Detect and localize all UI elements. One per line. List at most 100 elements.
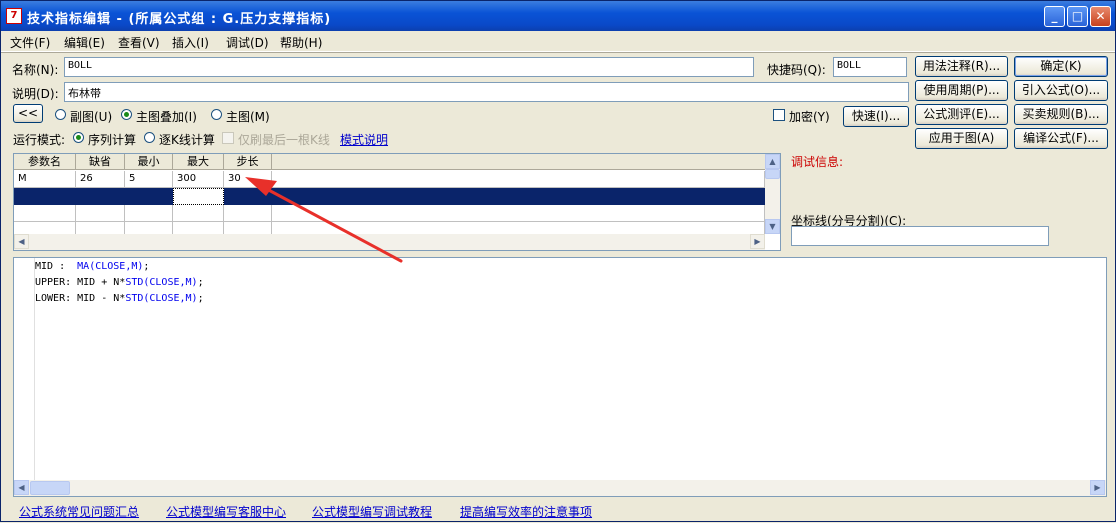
usage-notes-button[interactable]: 用法注释(R)... xyxy=(915,56,1008,77)
code-line[interactable]: MID : MA(CLOSE,M); xyxy=(35,261,149,272)
code-function-token: STD(CLOSE,M) xyxy=(125,293,198,304)
subchart-radio[interactable] xyxy=(55,109,66,120)
param-max-cell[interactable] xyxy=(173,188,224,205)
main-overlay-radio[interactable] xyxy=(121,109,132,120)
encrypt-checkbox[interactable] xyxy=(773,109,785,121)
param-max-cell[interactable]: 300 xyxy=(173,171,224,188)
code-text-token: UPPER: MID + N* xyxy=(35,277,126,288)
per-bar-calc-label: 逐K线计算 xyxy=(159,133,215,147)
last-bar-only-checkbox xyxy=(222,132,234,144)
formula-app-icon: 7 xyxy=(6,8,22,24)
main-chart-radio-label: 主图(M) xyxy=(226,110,270,124)
row-filler-cell xyxy=(272,188,765,205)
code-text-token: ; xyxy=(197,277,204,288)
apply-to-chart-button[interactable]: 应用于图(A) xyxy=(915,128,1008,149)
menu-view[interactable]: 查看(V) xyxy=(118,34,160,51)
minimize-button[interactable]: _ xyxy=(1044,6,1065,27)
column-header-min[interactable]: 最小 xyxy=(125,154,173,170)
subchart-radio-label: 副图(U) xyxy=(70,110,113,124)
editor-scroll-left-icon[interactable]: ◀ xyxy=(14,480,29,495)
close-button[interactable]: ✕ xyxy=(1090,6,1111,27)
ok-button[interactable]: 确定(K) xyxy=(1014,56,1108,77)
series-calc-radio[interactable] xyxy=(73,132,84,143)
footer-link-support[interactable]: 公式模型编写客服中心 xyxy=(166,503,286,520)
column-header-default[interactable]: 缺省 xyxy=(76,154,125,170)
params-table[interactable]: 参数名 缺省 最小 最大 步长 M 26 5 300 30 ▲ ▼ ◀ ▶ xyxy=(13,153,781,251)
scroll-right-icon[interactable]: ▶ xyxy=(750,234,765,249)
import-formula-button[interactable]: 引入公式(O)... xyxy=(1014,80,1108,101)
editor-window: 7 技术指标编辑 - (所属公式组 : G.压力支撑指标) _ □ ✕ 文件(F… xyxy=(0,0,1116,522)
axis-lines-input[interactable] xyxy=(791,226,1049,246)
title-bar[interactable]: 7 技术指标编辑 - (所属公式组 : G.压力支撑指标) _ □ ✕ xyxy=(1,1,1115,31)
param-name-cell[interactable] xyxy=(14,188,76,205)
description-input[interactable]: 布林带 xyxy=(64,82,909,102)
collapse-button[interactable]: << xyxy=(13,104,43,123)
code-function-token: MA(CLOSE,M) xyxy=(77,261,144,272)
param-default-cell[interactable]: 26 xyxy=(76,171,125,188)
window-title: 技术指标编辑 - (所属公式组 : G.压力支撑指标) xyxy=(27,12,332,27)
code-editor[interactable]: MID : MA(CLOSE,M); UPPER: MID + N*STD(CLO… xyxy=(13,257,1107,497)
scroll-down-icon[interactable]: ▼ xyxy=(765,219,780,234)
param-name-cell[interactable]: M xyxy=(14,171,76,188)
code-function-token: STD(CLOSE,M) xyxy=(125,277,198,288)
param-name-cell[interactable] xyxy=(14,205,76,222)
scroll-left-icon[interactable]: ◀ xyxy=(14,234,29,249)
menu-insert[interactable]: 插入(I) xyxy=(172,34,209,51)
param-min-cell[interactable] xyxy=(125,205,173,222)
menu-bar: 文件(F) 编辑(E) 查看(V) 插入(I) 调试(D) 帮助(H) xyxy=(1,31,1115,52)
footer-link-tutorial[interactable]: 公式模型编写调试教程 xyxy=(312,503,432,520)
last-bar-only-label: 仅刷最后一根K线 xyxy=(238,133,330,147)
encrypt-label: 加密(Y) xyxy=(789,110,830,124)
menu-edit[interactable]: 编辑(E) xyxy=(64,34,105,51)
footer-link-faq[interactable]: 公式系统常见问题汇总 xyxy=(19,503,139,520)
shortcut-input[interactable]: BOLL xyxy=(833,57,907,77)
editor-scroll-thumb[interactable] xyxy=(30,481,70,495)
footer-link-tips[interactable]: 提高编写效率的注意事项 xyxy=(460,503,592,520)
column-header-max[interactable]: 最大 xyxy=(173,154,224,170)
series-calc-label: 序列计算 xyxy=(88,133,137,147)
code-text-token: LOWER: MID - N* xyxy=(35,293,126,304)
quick-button[interactable]: 快速(I)... xyxy=(843,106,909,127)
code-line[interactable]: UPPER: MID + N*STD(CLOSE,M); xyxy=(35,277,204,288)
column-header-name[interactable]: 参数名 xyxy=(14,154,76,170)
column-header-filler xyxy=(272,154,766,170)
main-overlay-radio-label: 主图叠加(I) xyxy=(136,110,197,124)
debug-info-label: 调试信息: xyxy=(791,155,844,169)
grid-vertical-scrollbar[interactable]: ▲ ▼ xyxy=(765,154,780,234)
column-header-step[interactable]: 步长 xyxy=(224,154,272,170)
editor-gutter xyxy=(14,258,35,480)
trade-rules-button[interactable]: 买卖规则(B)... xyxy=(1014,104,1108,125)
scroll-up-icon[interactable]: ▲ xyxy=(765,154,780,169)
run-mode-label: 运行模式: xyxy=(13,133,66,147)
row-filler-cell xyxy=(272,171,765,188)
code-text-token: MID : xyxy=(35,261,78,272)
code-line[interactable]: LOWER: MID - N*STD(CLOSE,M); xyxy=(35,293,204,304)
scroll-thumb[interactable] xyxy=(765,169,780,179)
mode-help-link[interactable]: 模式说明 xyxy=(340,131,388,148)
compile-formula-button[interactable]: 编译公式(F)... xyxy=(1014,128,1108,149)
name-label: 名称(N): xyxy=(12,63,59,77)
menu-help[interactable]: 帮助(H) xyxy=(280,34,322,51)
param-step-cell[interactable] xyxy=(224,188,272,205)
menu-file[interactable]: 文件(F) xyxy=(10,34,50,51)
param-min-cell[interactable]: 5 xyxy=(125,171,173,188)
main-chart-radio[interactable] xyxy=(211,109,222,120)
code-text-token: ; xyxy=(197,293,204,304)
param-default-cell[interactable] xyxy=(76,205,125,222)
param-step-cell[interactable]: 30 xyxy=(224,171,272,188)
param-min-cell[interactable] xyxy=(125,188,173,205)
menu-debug[interactable]: 调试(D) xyxy=(226,34,269,51)
maximize-button[interactable]: □ xyxy=(1067,6,1088,27)
row-filler-cell xyxy=(272,205,765,222)
param-step-cell[interactable] xyxy=(224,205,272,222)
name-input[interactable]: BOLL xyxy=(64,57,754,77)
usage-period-button[interactable]: 使用周期(P)... xyxy=(915,80,1008,101)
param-max-cell[interactable] xyxy=(173,205,224,222)
formula-evaluate-button[interactable]: 公式测评(E)... xyxy=(915,104,1008,125)
editor-scroll-right-icon[interactable]: ▶ xyxy=(1090,480,1105,495)
editor-horizontal-scrollbar[interactable]: ◀ ▶ xyxy=(14,480,1106,496)
param-default-cell[interactable] xyxy=(76,188,125,205)
grid-horizontal-scrollbar[interactable]: ◀ ▶ xyxy=(14,234,765,250)
per-bar-calc-radio[interactable] xyxy=(144,132,155,143)
shortcut-label: 快捷码(Q): xyxy=(767,63,826,77)
